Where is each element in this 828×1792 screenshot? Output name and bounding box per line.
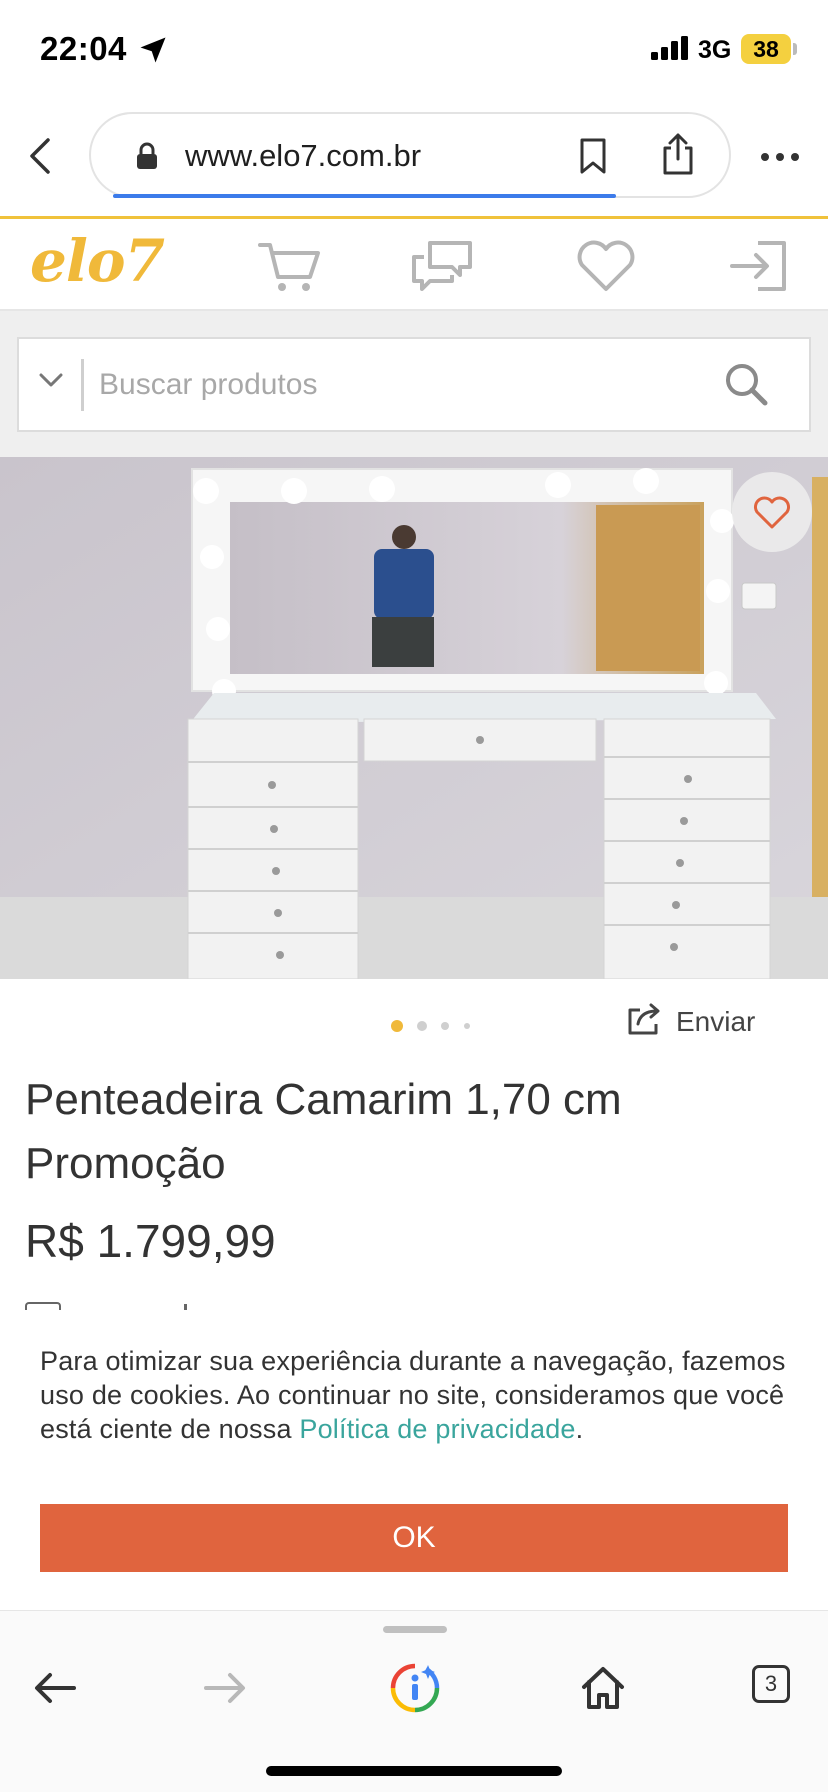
location-arrow-icon xyxy=(140,37,166,63)
browser-url-row: www.elo7.com.br xyxy=(0,100,828,216)
site-header: elo7 xyxy=(0,216,828,311)
product-image[interactable] xyxy=(0,457,828,979)
search-box xyxy=(17,337,811,432)
share-icon[interactable] xyxy=(661,132,695,176)
status-time: 22:04 xyxy=(40,30,127,67)
carousel-dot-active[interactable] xyxy=(391,1020,403,1032)
lock-icon xyxy=(137,142,157,169)
battery-icon: 38 xyxy=(741,34,791,64)
carousel-dot[interactable] xyxy=(464,1023,470,1029)
privacy-policy-link[interactable]: Política de privacidade xyxy=(299,1414,575,1444)
chat-icon[interactable] xyxy=(410,239,474,293)
search-input[interactable] xyxy=(99,357,699,413)
bookmark-icon[interactable] xyxy=(579,138,607,174)
battery-level: 38 xyxy=(753,36,779,62)
carousel-dot[interactable] xyxy=(441,1022,449,1030)
cellular-signal-icon xyxy=(651,36,688,60)
home-icon[interactable] xyxy=(578,1663,628,1713)
search-area xyxy=(0,311,828,457)
heart-icon[interactable] xyxy=(574,239,638,293)
share-arrow-icon xyxy=(628,1003,660,1035)
chevron-down-icon[interactable] xyxy=(37,371,65,391)
battery-tip xyxy=(793,43,797,55)
site-logo[interactable]: elo7 xyxy=(30,227,165,295)
browser-back-icon[interactable] xyxy=(24,136,56,176)
cookie-banner: Para otimizar sua experiência durante a … xyxy=(0,1310,828,1610)
favorite-button[interactable] xyxy=(732,472,812,552)
tabs-count-button[interactable]: 3 xyxy=(752,1665,790,1703)
toolbar-grabber[interactable] xyxy=(383,1626,447,1633)
share-label: Enviar xyxy=(676,1006,756,1037)
search-divider xyxy=(81,359,84,411)
google-lens-icon[interactable] xyxy=(390,1663,440,1713)
cookie-ok-button[interactable]: OK xyxy=(40,1504,788,1572)
carousel-dot[interactable] xyxy=(417,1021,427,1031)
product-photo xyxy=(0,457,828,979)
heart-icon xyxy=(754,496,790,529)
forward-arrow-icon[interactable] xyxy=(200,1663,250,1713)
cookie-message: Para otimizar sua experiência durante a … xyxy=(40,1344,800,1446)
back-arrow-icon[interactable] xyxy=(30,1663,80,1713)
url-text: www.elo7.com.br xyxy=(185,138,422,173)
home-indicator[interactable] xyxy=(266,1766,562,1776)
page-load-progress xyxy=(113,194,616,198)
browser-toolbar: 3 xyxy=(0,1610,828,1792)
product-title: Penteadeira Camarim 1,70 cm Promoção xyxy=(25,1075,622,1188)
product-price: R$ 1.799,99 xyxy=(25,1215,276,1267)
cart-icon[interactable] xyxy=(258,239,322,293)
search-icon[interactable] xyxy=(723,361,769,407)
more-options-icon[interactable] xyxy=(760,152,800,162)
status-bar: 22:04 3G 38 xyxy=(0,0,828,100)
address-bar[interactable]: www.elo7.com.br xyxy=(89,112,731,198)
cookie-text-end: . xyxy=(575,1414,584,1444)
network-type: 3G xyxy=(698,36,732,64)
login-icon[interactable] xyxy=(728,239,792,293)
